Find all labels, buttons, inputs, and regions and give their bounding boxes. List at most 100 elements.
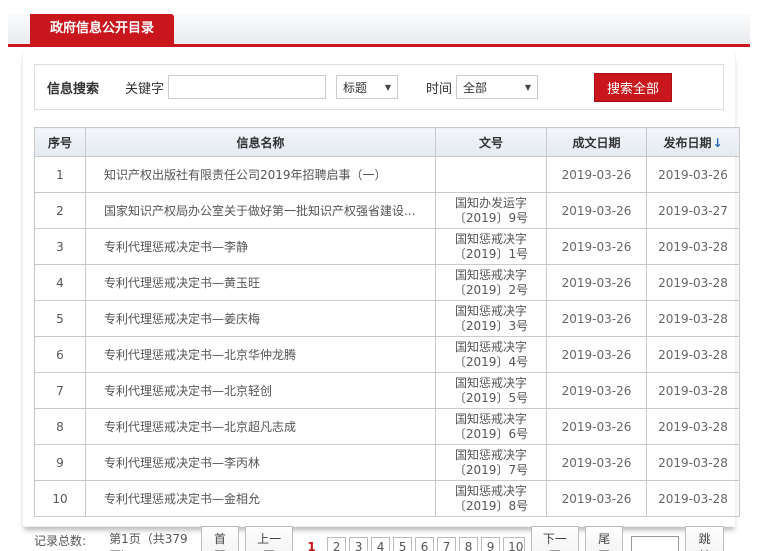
cell-serial: 5 xyxy=(34,300,86,337)
cell-serial: 4 xyxy=(34,264,86,301)
cell-info-name[interactable]: 专利代理惩戒决定书—黄玉旺 xyxy=(85,264,436,301)
cell-serial: 10 xyxy=(34,480,86,517)
cell-date-published: 2019-03-27 xyxy=(646,192,740,229)
cell-date-published: 2019-03-28 xyxy=(646,264,740,301)
table-row: 7 专利代理惩戒决定书—北京轻创 国知惩戒决字〔2019〕5号 2019-03-… xyxy=(34,372,740,409)
cell-info-name[interactable]: 专利代理惩戒决定书—李丙林 xyxy=(85,444,436,481)
page-number-5[interactable]: 5 xyxy=(393,537,413,551)
header-date-published[interactable]: 发布日期↓ xyxy=(646,127,740,157)
cell-date-written: 2019-03-26 xyxy=(546,228,647,265)
field-select-value: 标题 xyxy=(343,80,368,95)
page-number-3[interactable]: 3 xyxy=(349,537,369,551)
cell-date-written: 2019-03-26 xyxy=(546,372,647,409)
table-row: 1 知识产权出版社有限责任公司2019年招聘启事（一） 2019-03-26 2… xyxy=(34,156,740,193)
tab-bar: 政府信息公开目录 xyxy=(8,14,750,47)
tab-gov-info-directory[interactable]: 政府信息公开目录 xyxy=(30,14,175,44)
keyword-input[interactable] xyxy=(168,75,327,99)
table-row: 5 专利代理惩戒决定书—姜庆梅 国知惩戒决字〔2019〕3号 2019-03-2… xyxy=(34,300,740,337)
cell-date-written: 2019-03-26 xyxy=(546,192,647,229)
cell-date-published: 2019-03-26 xyxy=(646,156,740,193)
page-number-6[interactable]: 6 xyxy=(415,537,435,551)
cell-info-name[interactable]: 专利代理惩戒决定书—北京轻创 xyxy=(85,372,436,409)
search-box: 信息搜索 关键字 标题 ▼ 时间 全部 ▼ 搜索全部 xyxy=(34,64,724,110)
cell-doc-number: 国知办发运字〔2019〕9号 xyxy=(435,192,547,229)
gov-info-directory-page: 政府信息公开目录 信息搜索 关键字 标题 ▼ 时间 全部 ▼ 搜索全部 序号 信… xyxy=(0,0,758,551)
page-number-7[interactable]: 7 xyxy=(437,537,457,551)
cell-serial: 3 xyxy=(34,228,86,265)
cell-doc-number: 国知惩戒决字〔2019〕8号 xyxy=(435,480,547,517)
chevron-down-icon: ▼ xyxy=(384,82,392,92)
cell-serial: 2 xyxy=(34,192,86,229)
table-row: 10 专利代理惩戒决定书—金相允 国知惩戒决字〔2019〕8号 2019-03-… xyxy=(34,480,740,517)
header-date-published-label: 发布日期 xyxy=(663,135,712,150)
page-number-1-current: 1 xyxy=(307,540,316,551)
time-select[interactable]: 全部 ▼ xyxy=(456,75,539,99)
cell-date-written: 2019-03-26 xyxy=(546,480,647,517)
cell-date-written: 2019-03-26 xyxy=(546,300,647,337)
table-row: 3 专利代理惩戒决定书—李静 国知惩戒决字〔2019〕1号 2019-03-26… xyxy=(34,228,740,265)
last-page-button[interactable]: 尾页 xyxy=(584,526,624,551)
cell-info-name[interactable]: 专利代理惩戒决定书—北京超凡志成 xyxy=(85,408,436,445)
page-number-10[interactable]: 10 xyxy=(503,537,525,551)
cell-serial: 8 xyxy=(34,408,86,445)
prev-page-button[interactable]: 上一页 xyxy=(245,526,294,551)
cell-doc-number: 国知惩戒决字〔2019〕5号 xyxy=(435,372,547,409)
record-total-label: 记录总数: xyxy=(34,533,87,548)
cell-date-published: 2019-03-28 xyxy=(646,444,740,481)
first-page-button[interactable]: 首页 xyxy=(200,526,240,551)
jump-button[interactable]: 跳转 xyxy=(685,526,724,551)
content-panel: 信息搜索 关键字 标题 ▼ 时间 全部 ▼ 搜索全部 序号 信息名称 文号 成文… xyxy=(22,54,740,551)
cell-info-name[interactable]: 专利代理惩戒决定书—北京华仲龙腾 xyxy=(85,336,436,373)
next-page-button[interactable]: 下一页 xyxy=(530,526,579,551)
cell-date-published: 2019-03-28 xyxy=(646,300,740,337)
cell-serial: 6 xyxy=(34,336,86,373)
cell-info-name[interactable]: 国家知识产权局办公室关于做好第一批知识产权强省建设... xyxy=(85,192,436,229)
header-doc-number: 文号 xyxy=(435,127,547,157)
chevron-down-icon: ▼ xyxy=(524,82,532,92)
time-label: 时间 xyxy=(426,81,453,97)
search-all-button[interactable]: 搜索全部 xyxy=(594,72,673,102)
field-select[interactable]: 标题 ▼ xyxy=(336,75,399,99)
cell-date-published: 2019-03-28 xyxy=(646,228,740,265)
tab-label: 政府信息公开目录 xyxy=(50,21,155,36)
table-row: 9 专利代理惩戒决定书—李丙林 国知惩戒决字〔2019〕7号 2019-03-2… xyxy=(34,444,740,481)
pagination-bar: 记录总数: 3786 第1页（共379页） 首页 上一页 1 2 3 4 5 6… xyxy=(34,526,724,551)
results-table: 序号 信息名称 文号 成文日期 发布日期↓ 1 知识产权出版社有限责任公司201… xyxy=(34,127,740,517)
cell-doc-number: 国知惩戒决字〔2019〕3号 xyxy=(435,300,547,337)
cell-doc-number xyxy=(435,156,547,193)
cell-date-published: 2019-03-28 xyxy=(646,372,740,409)
search-section-label: 信息搜索 xyxy=(47,81,100,97)
cell-date-written: 2019-03-26 xyxy=(546,408,647,445)
page-number-9[interactable]: 9 xyxy=(481,537,501,551)
jump-page-input[interactable] xyxy=(631,536,680,551)
table-row: 2 国家知识产权局办公室关于做好第一批知识产权强省建设... 国知办发运字〔20… xyxy=(34,192,740,229)
cell-info-name[interactable]: 知识产权出版社有限责任公司2019年招聘启事（一） xyxy=(85,156,436,193)
keyword-label: 关键字 xyxy=(125,81,165,97)
table-header-row: 序号 信息名称 文号 成文日期 发布日期↓ xyxy=(34,127,740,157)
cell-date-written: 2019-03-26 xyxy=(546,264,647,301)
table-row: 6 专利代理惩戒决定书—北京华仲龙腾 国知惩戒决字〔2019〕4号 2019-0… xyxy=(34,336,740,373)
cell-serial: 1 xyxy=(34,156,86,193)
cell-date-written: 2019-03-26 xyxy=(546,336,647,373)
cell-info-name[interactable]: 专利代理惩戒决定书—姜庆梅 xyxy=(85,300,436,337)
time-select-value: 全部 xyxy=(463,80,488,95)
sort-desc-icon: ↓ xyxy=(712,135,723,150)
table-row: 8 专利代理惩戒决定书—北京超凡志成 国知惩戒决字〔2019〕6号 2019-0… xyxy=(34,408,740,445)
cell-info-name[interactable]: 专利代理惩戒决定书—金相允 xyxy=(85,480,436,517)
cell-serial: 9 xyxy=(34,444,86,481)
header-serial: 序号 xyxy=(34,127,86,157)
cell-date-published: 2019-03-28 xyxy=(646,408,740,445)
cell-serial: 7 xyxy=(34,372,86,409)
page-number-2[interactable]: 2 xyxy=(327,537,347,551)
page-number-4[interactable]: 4 xyxy=(371,537,391,551)
cell-doc-number: 国知惩戒决字〔2019〕4号 xyxy=(435,336,547,373)
cell-doc-number: 国知惩戒决字〔2019〕6号 xyxy=(435,408,547,445)
header-info-name: 信息名称 xyxy=(85,127,436,157)
cell-info-name[interactable]: 专利代理惩戒决定书—李静 xyxy=(85,228,436,265)
page-number-8[interactable]: 8 xyxy=(459,537,479,551)
record-total: 记录总数: 3786 xyxy=(34,532,103,551)
cell-doc-number: 国知惩戒决字〔2019〕2号 xyxy=(435,264,547,301)
cell-date-written: 2019-03-26 xyxy=(546,156,647,193)
cell-doc-number: 国知惩戒决字〔2019〕7号 xyxy=(435,444,547,481)
cell-doc-number: 国知惩戒决字〔2019〕1号 xyxy=(435,228,547,265)
